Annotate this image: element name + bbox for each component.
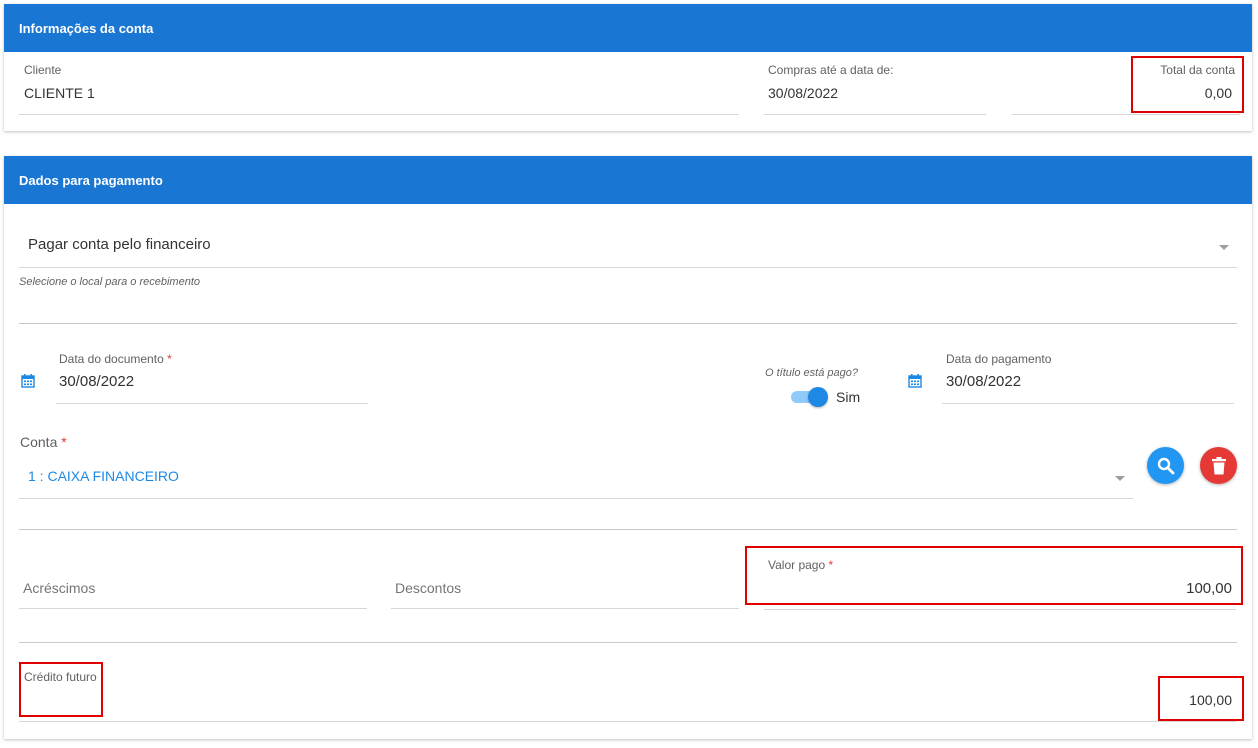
search-icon <box>1157 457 1174 474</box>
discounts-underline <box>391 608 739 609</box>
future-credit-underline <box>19 721 1237 722</box>
pay-mode-underline <box>19 267 1237 268</box>
total-underline <box>1012 114 1240 115</box>
paid-value-underline <box>764 609 1236 610</box>
account-value: 1 : CAIXA FINANCEIRO <box>28 468 179 484</box>
account-label: Conta * <box>20 434 67 450</box>
pay-mode-hint: Selecione o local para o recebimento <box>19 276 201 288</box>
additions-field[interactable]: Acréscimos <box>23 580 95 596</box>
total-highlight-box <box>1131 56 1244 113</box>
future-credit-label-highlight-box <box>19 662 103 717</box>
section-divider <box>19 529 1237 530</box>
doc-date-underline <box>56 403 368 404</box>
payment-header: Dados para pagamento <box>4 156 1252 204</box>
paid-toggle-label: Sim <box>836 389 861 405</box>
account-label-text: Conta <box>20 434 58 450</box>
client-underline <box>19 114 739 115</box>
doc-date-field[interactable]: 30/08/2022 <box>59 373 134 390</box>
toggle-knob <box>808 387 828 407</box>
calendar-icon[interactable] <box>908 374 922 388</box>
account-select[interactable]: 1 : CAIXA FINANCEIRO <box>19 456 1133 498</box>
account-info-card: Informações da conta Cliente CLIENTE 1 C… <box>4 4 1252 131</box>
account-underline <box>19 498 1133 499</box>
paid-toggle[interactable]: Sim <box>788 386 868 408</box>
purchases-date-field[interactable]: 30/08/2022 <box>768 85 838 101</box>
search-button[interactable] <box>1147 447 1184 484</box>
section-divider <box>19 642 1237 643</box>
section-divider <box>19 323 1237 324</box>
client-field[interactable]: CLIENTE 1 <box>24 85 95 101</box>
pay-mode-select[interactable]: Pagar conta pelo financeiro <box>19 226 1237 268</box>
required-mark: * <box>167 352 172 366</box>
account-info-header: Informações da conta <box>4 4 1252 52</box>
paid-question: O título está pago? <box>765 367 858 379</box>
doc-date-label-text: Data do documento <box>59 352 164 366</box>
purchases-date-underline <box>764 114 986 115</box>
purchases-date-label: Compras até a data de: <box>768 63 894 77</box>
discounts-field[interactable]: Descontos <box>395 580 461 596</box>
pay-date-field[interactable]: 30/08/2022 <box>946 373 1021 390</box>
calendar-icon[interactable] <box>21 374 35 388</box>
trash-icon <box>1211 456 1226 474</box>
delete-button[interactable] <box>1200 447 1237 484</box>
chevron-down-icon <box>1115 476 1125 481</box>
client-label: Cliente <box>24 63 62 77</box>
future-credit-value-highlight-box <box>1158 676 1244 721</box>
account-info-title: Informações da conta <box>19 20 154 36</box>
doc-date-label: Data do documento * <box>59 352 172 366</box>
pay-date-underline <box>942 403 1234 404</box>
paid-value-highlight-box <box>745 546 1243 605</box>
payment-title: Dados para pagamento <box>19 172 163 188</box>
payment-card: Dados para pagamento Pagar conta pelo fi… <box>4 156 1252 739</box>
pay-date-label: Data do pagamento <box>946 352 1052 366</box>
additions-underline <box>19 608 367 609</box>
chevron-down-icon <box>1219 245 1229 250</box>
required-mark: * <box>61 434 67 450</box>
pay-mode-value: Pagar conta pelo financeiro <box>28 236 211 253</box>
